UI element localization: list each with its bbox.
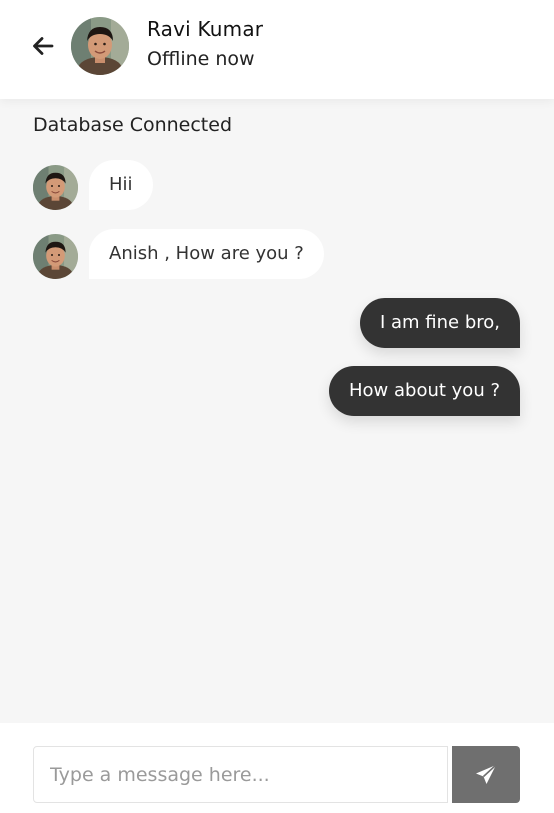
chat-header: Ravi Kumar Offline now <box>0 0 554 99</box>
send-button[interactable] <box>452 746 520 803</box>
connection-status: Database Connected <box>33 114 233 136</box>
message-input[interactable] <box>33 746 448 803</box>
contact-avatar[interactable] <box>71 17 129 75</box>
back-button[interactable] <box>30 33 56 59</box>
chat-messages: Database Connected Hii Anish , How are y… <box>0 99 554 723</box>
incoming-message: Anish , How are you ? <box>89 229 324 279</box>
paper-plane-icon <box>474 763 498 787</box>
chat-app: Ravi Kumar Offline now Database Connecte… <box>0 0 554 813</box>
contact-name: Ravi Kumar <box>147 17 264 41</box>
incoming-message: Hii <box>89 160 153 210</box>
message-composer <box>0 723 554 813</box>
outgoing-message: I am fine bro, <box>359 298 520 348</box>
outgoing-message: How about you ? <box>329 366 520 416</box>
arrow-left-icon <box>30 33 56 59</box>
message-avatar <box>33 234 78 279</box>
message-avatar <box>33 165 78 210</box>
contact-status: Offline now <box>147 48 255 70</box>
